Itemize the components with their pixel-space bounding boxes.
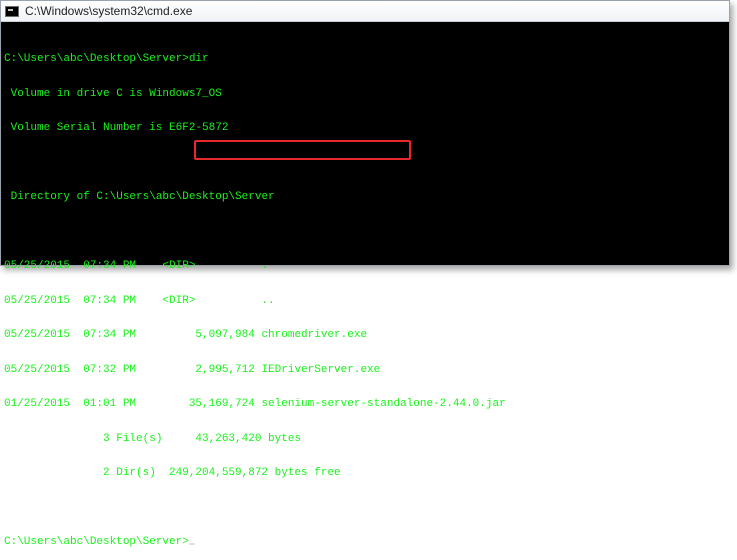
console-line: 05/25/2015 07:34 PM 5,097,984 chromedriv… bbox=[4, 329, 368, 341]
console-line: C:\Users\abc\Desktop\Server>dir bbox=[4, 53, 209, 65]
console-line: Directory of C:\Users\abc\Desktop\Server bbox=[4, 191, 275, 203]
console-line: 01/25/2015 01:01 PM 35,169,724 selenium-… bbox=[4, 398, 506, 410]
prompt-line[interactable]: C:\Users\abc\Desktop\Server> bbox=[4, 536, 729, 549]
console-line: 05/25/2015 07:34 PM <DIR> . bbox=[4, 260, 269, 272]
prompt-text: C:\Users\abc\Desktop\Server> bbox=[4, 536, 189, 548]
console-line: 05/25/2015 07:32 PM 2,995,712 IEDriverSe… bbox=[4, 363, 381, 376]
window-title: C:\Windows\system32\cmd.exe bbox=[25, 4, 193, 18]
title-bar[interactable]: C:\Windows\system32\cmd.exe bbox=[1, 1, 729, 22]
cmd-window: C:\Windows\system32\cmd.exe C:\Users\abc… bbox=[0, 0, 730, 548]
text-cursor bbox=[188, 543, 195, 545]
console-line: 2 Dir(s) 249,204,559,872 bytes free bbox=[4, 467, 341, 479]
console-line: 3 File(s) 43,263,420 bytes bbox=[4, 432, 302, 445]
cmd-prompt-icon bbox=[5, 5, 19, 17]
highlight-annotation bbox=[194, 140, 411, 160]
console-line: Volume in drive C is Windows7_OS bbox=[4, 87, 222, 100]
console-line: 05/25/2015 07:34 PM <DIR> .. bbox=[4, 294, 275, 307]
console-line: Volume Serial Number is E6F2-5872 bbox=[4, 122, 229, 134]
